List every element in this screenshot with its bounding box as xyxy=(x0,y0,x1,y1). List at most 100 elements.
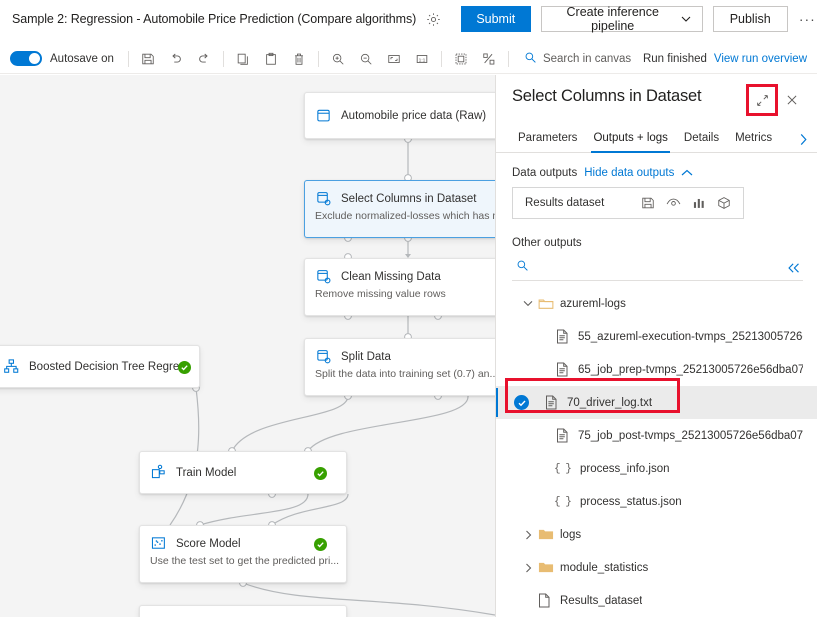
paste-icon[interactable] xyxy=(260,48,282,70)
more-options-icon[interactable]: ··· xyxy=(798,8,817,30)
chevron-down-icon xyxy=(681,12,691,26)
run-status-text: Run finished xyxy=(643,53,707,65)
folder-open-icon xyxy=(538,297,560,311)
create-inference-pipeline-button[interactable]: Create inference pipeline xyxy=(541,6,703,32)
save-icon[interactable] xyxy=(641,196,655,210)
other-outputs-search-row[interactable] xyxy=(512,255,803,281)
node-title: Train Model xyxy=(176,467,236,479)
close-icon[interactable] xyxy=(779,87,805,113)
hide-data-outputs-link[interactable]: Hide data outputs xyxy=(584,167,674,179)
panel-header: Select Columns in Dataset xyxy=(496,75,817,113)
node-title: Select Columns in Dataset xyxy=(341,193,477,205)
node-subtitle: Use the test set to get the predicted pr… xyxy=(140,552,346,576)
tree-row-file-results-dataset[interactable]: Results_dataset xyxy=(512,584,803,617)
tab-parameters[interactable]: Parameters xyxy=(510,132,585,152)
delete-icon[interactable] xyxy=(288,48,310,70)
zoom-to-fit-icon[interactable] xyxy=(383,48,405,70)
file-text-icon xyxy=(556,329,578,344)
panel-tabs: Parameters Outputs + logs Details Metric… xyxy=(496,123,817,153)
node-split-data[interactable]: Split Data Split the data into training … xyxy=(304,338,495,396)
publish-button[interactable]: Publish xyxy=(713,6,788,32)
chevron-right-icon[interactable] xyxy=(518,530,538,540)
tree-label: 65_job_prep-tvmps_25213005726e56dba07a1e… xyxy=(578,364,803,376)
node-subtitle: Split the data into training set (0.7) a… xyxy=(305,365,495,389)
explore-icon[interactable] xyxy=(717,196,731,210)
zoom-out-icon[interactable] xyxy=(355,48,377,70)
chevron-right-icon[interactable] xyxy=(518,563,538,573)
tree-row-file-70-driver-log[interactable]: 70_driver_log.txt xyxy=(496,386,817,419)
other-outputs-search-input[interactable] xyxy=(537,261,787,275)
tab-outputs-logs[interactable]: Outputs + logs xyxy=(585,132,675,152)
double-chevron-left-icon[interactable] xyxy=(787,262,803,274)
toolbar-divider xyxy=(223,51,224,67)
expand-diagonal-icon[interactable] xyxy=(749,87,775,113)
auto-layout-icon[interactable] xyxy=(478,48,500,70)
tree-row-file-process-status-json[interactable]: { } process_status.json xyxy=(512,485,803,518)
tree-row-file-75-job-post[interactable]: 75_job_post-tvmps_25213005726e56dba07a1e… xyxy=(512,419,803,452)
data-output-row[interactable]: Results dataset xyxy=(512,187,744,219)
tree-label: logs xyxy=(560,529,581,541)
publish-label: Publish xyxy=(730,12,771,26)
other-outputs-tree: azureml-logs 55_azureml-execution-tvmps_… xyxy=(512,287,803,617)
data-output-actions xyxy=(641,196,731,210)
file-text-icon xyxy=(556,428,578,443)
file-text-icon xyxy=(545,395,567,410)
tree-label: 75_job_post-tvmps_25213005726e56dba07a1e… xyxy=(578,430,803,442)
view-run-overview-link[interactable]: View run overview xyxy=(714,53,807,65)
copy-icon[interactable] xyxy=(232,48,254,70)
node-title: Automobile price data (Raw) xyxy=(341,110,486,122)
zoom-in-icon[interactable] xyxy=(327,48,349,70)
tree-row-folder-module-statistics[interactable]: module_statistics xyxy=(512,551,803,584)
node-clean-missing-data[interactable]: Clean Missing Data Remove missing value … xyxy=(304,258,495,316)
tree-row-file-process-info-json[interactable]: { } process_info.json xyxy=(512,452,803,485)
chevron-right-icon[interactable] xyxy=(798,133,809,152)
tab-metrics[interactable]: Metrics xyxy=(727,132,780,152)
redo-icon[interactable] xyxy=(193,48,215,70)
submit-button[interactable]: Submit xyxy=(461,6,531,32)
pipeline-canvas[interactable]: Automobile price data (Raw) Select Colum… xyxy=(0,75,495,617)
node-boosted-decision-tree-regression[interactable]: Boosted Decision Tree Regre... xyxy=(0,345,200,388)
node-title: Score Model xyxy=(176,538,241,550)
undo-icon[interactable] xyxy=(165,48,187,70)
tree-row-folder-azureml-logs[interactable]: azureml-logs xyxy=(512,287,803,320)
autosave-toggle-group[interactable]: Autosave on xyxy=(10,51,114,66)
tree-label: module_statistics xyxy=(560,562,648,574)
gear-icon[interactable] xyxy=(425,9,443,29)
save-icon[interactable] xyxy=(137,48,159,70)
node-title: Clean Missing Data xyxy=(341,271,441,283)
select-all-icon[interactable] xyxy=(450,48,472,70)
algorithm-icon xyxy=(3,358,20,375)
autosave-toggle[interactable] xyxy=(10,51,42,66)
data-outputs-header: Data outputs Hide data outputs xyxy=(512,167,803,179)
svg-text:1:1: 1:1 xyxy=(419,57,426,63)
node-select-columns-in-dataset[interactable]: Select Columns in Dataset Exclude normal… xyxy=(304,180,495,238)
tab-details[interactable]: Details xyxy=(676,132,727,152)
node-header: Clean Missing Data xyxy=(305,259,495,285)
chevron-down-icon[interactable] xyxy=(518,300,538,307)
file-icon xyxy=(538,593,560,608)
run-status-group: Run finished View run overview xyxy=(643,44,807,74)
search-icon xyxy=(516,259,529,277)
node-score-model[interactable]: Score Model Use the test set to get the … xyxy=(139,525,347,583)
search-in-canvas[interactable]: Search in canvas xyxy=(524,51,631,67)
node-partial-bottom[interactable] xyxy=(139,605,347,617)
panel-body: Data outputs Hide data outputs Results d… xyxy=(496,167,817,617)
node-header: Split Data xyxy=(305,339,495,365)
other-outputs-label: Other outputs xyxy=(512,237,803,249)
module-icon xyxy=(315,268,332,285)
tree-row-file-55-azureml-execution[interactable]: 55_azureml-execution-tvmps_25213005726e5… xyxy=(512,320,803,353)
node-header: Boosted Decision Tree Regre... xyxy=(0,346,199,384)
checkmark-icon[interactable] xyxy=(514,395,529,410)
toolbar-divider xyxy=(318,51,319,67)
visualize-chart-icon[interactable] xyxy=(692,196,706,210)
zoom-actual-size-icon[interactable]: 1:1 xyxy=(411,48,433,70)
search-canvas-placeholder: Search in canvas xyxy=(543,53,631,65)
preview-eye-icon[interactable] xyxy=(666,197,681,209)
chevron-up-icon[interactable] xyxy=(681,169,693,177)
score-model-icon xyxy=(150,535,167,552)
node-automobile-price-data[interactable]: Automobile price data (Raw) xyxy=(304,92,495,139)
tree-row-file-65-job-prep[interactable]: 65_job_prep-tvmps_25213005726e56dba07a1e… xyxy=(512,353,803,386)
node-train-model[interactable]: Train Model xyxy=(139,451,347,494)
search-icon xyxy=(524,51,537,67)
tree-row-folder-logs[interactable]: logs xyxy=(512,518,803,551)
